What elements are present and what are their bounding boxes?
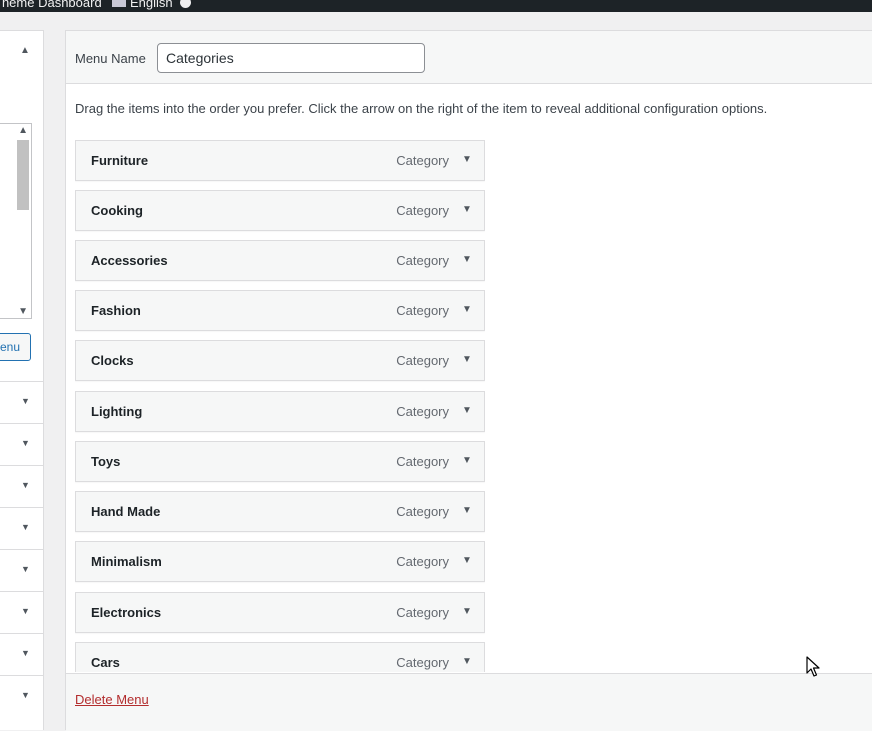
chevron-down-icon: ▼	[21, 564, 30, 574]
menu-name-label: Menu Name	[75, 51, 146, 66]
menu-item[interactable]: Hand Made Category ▼	[75, 491, 485, 532]
info-icon	[179, 0, 191, 8]
menu-item-title: Toys	[91, 454, 121, 469]
menu-item-title: Fashion	[91, 303, 141, 318]
accordion-section-7[interactable]: ▼	[0, 633, 43, 675]
admin-bar: Theme Dashboard English	[0, 0, 872, 12]
drag-instructions: Drag the items into the order you prefer…	[75, 101, 768, 116]
menu-item-title: Accessories	[91, 253, 168, 268]
menu-item-type: Category	[396, 504, 449, 519]
menu-item[interactable]: Cars Category ▼	[75, 642, 485, 672]
menu-item-title: Cooking	[91, 203, 143, 218]
triangle-down-icon[interactable]: ▼	[458, 401, 476, 421]
triangle-down-icon[interactable]: ▼	[458, 250, 476, 270]
triangle-down-icon[interactable]: ▼	[458, 200, 476, 220]
menu-footer: Delete Menu	[66, 673, 872, 731]
scrollbar-thumb[interactable]	[17, 140, 29, 210]
menu-item-title: Minimalism	[91, 554, 162, 569]
triangle-down-icon[interactable]: ▼	[458, 300, 476, 320]
menu-name-input[interactable]	[157, 43, 425, 73]
triangle-down-icon[interactable]: ▼	[458, 451, 476, 471]
menu-item[interactable]: Cooking Category ▼	[75, 190, 485, 231]
chevron-down-icon: ▼	[21, 522, 30, 532]
mouse-pointer-icon	[806, 656, 820, 677]
menu-item-title: Furniture	[91, 153, 149, 168]
menu-item-type: Category	[396, 353, 449, 368]
items-checklist-scrollbox[interactable]: ▲ ▼	[0, 123, 32, 319]
chevron-down-icon: ▼	[21, 648, 30, 658]
menu-item-title: Electronics	[91, 605, 162, 620]
triangle-down-icon[interactable]: ▼	[458, 652, 476, 672]
triangle-down-icon[interactable]: ▼	[458, 551, 476, 571]
menu-header: Menu Name	[66, 31, 872, 84]
delete-menu-link[interactable]: Delete Menu	[75, 692, 149, 707]
menu-item[interactable]: Toys Category ▼	[75, 441, 485, 482]
menu-item[interactable]: Lighting Category ▼	[75, 391, 485, 432]
menu-item[interactable]: Furniture Category ▼	[75, 140, 485, 181]
menu-item-type: Category	[396, 404, 449, 419]
accordion-section-1[interactable]: ▼	[0, 381, 43, 423]
menu-item-title: Clocks	[91, 353, 134, 368]
menu-item-type: Category	[396, 554, 449, 569]
accordion-section-2[interactable]: ▼	[0, 423, 43, 465]
language-label: English	[130, 0, 173, 10]
chevron-down-icon: ▼	[21, 690, 30, 700]
menu-item[interactable]: Accessories Category ▼	[75, 240, 485, 281]
add-to-menu-button[interactable]: enu	[0, 333, 31, 361]
accordion-section-8[interactable]: ▼	[0, 675, 43, 717]
menu-item[interactable]: Electronics Category ▼	[75, 592, 485, 633]
triangle-down-icon[interactable]: ▼	[458, 602, 476, 622]
menu-item-type: Category	[396, 203, 449, 218]
menu-item-type: Category	[396, 253, 449, 268]
accordion-section-6[interactable]: ▼	[0, 591, 43, 633]
menu-item[interactable]: Clocks Category ▼	[75, 340, 485, 381]
chevron-down-icon: ▼	[21, 606, 30, 616]
language-switcher[interactable]: English	[112, 0, 191, 10]
triangle-down-icon[interactable]: ▼	[458, 501, 476, 521]
menu-item-title: Cars	[91, 655, 120, 670]
menu-structure-panel: Menu Name Drag the items into the order …	[65, 30, 872, 731]
menu-item-type: Category	[396, 303, 449, 318]
scroll-up-icon[interactable]: ▲	[18, 125, 28, 136]
menu-item-type: Category	[396, 454, 449, 469]
collapse-up-icon[interactable]: ▲	[20, 45, 30, 56]
add-to-menu-label: enu	[0, 340, 20, 354]
chevron-down-icon: ▼	[21, 438, 30, 448]
site-name-link[interactable]: Theme Dashboard	[0, 0, 102, 10]
accordion-section-5[interactable]: ▼	[0, 549, 43, 591]
accordion-section-3[interactable]: ▼	[0, 465, 43, 507]
menu-item[interactable]: Minimalism Category ▼	[75, 541, 485, 582]
menu-item-title: Hand Made	[91, 504, 161, 519]
menu-item-type: Category	[396, 605, 449, 620]
flag-icon	[112, 0, 126, 7]
accordion-section-4[interactable]: ▼	[0, 507, 43, 549]
scroll-down-icon[interactable]: ▼	[18, 306, 28, 317]
chevron-down-icon: ▼	[21, 396, 30, 406]
triangle-down-icon[interactable]: ▼	[458, 350, 476, 370]
add-menu-items-panel: ▲ ▲ ▼ enu ▼ ▼ ▼ ▼ ▼ ▼ ▼ ▼	[0, 30, 44, 730]
menu-items-list: Furniture Category ▼ Cooking Category ▼ …	[75, 140, 485, 672]
menu-item[interactable]: Fashion Category ▼	[75, 290, 485, 331]
menu-item-type: Category	[396, 655, 449, 670]
chevron-down-icon: ▼	[21, 480, 30, 490]
menu-item-type: Category	[396, 153, 449, 168]
menu-item-title: Lighting	[91, 404, 143, 419]
triangle-down-icon[interactable]: ▼	[458, 150, 476, 170]
